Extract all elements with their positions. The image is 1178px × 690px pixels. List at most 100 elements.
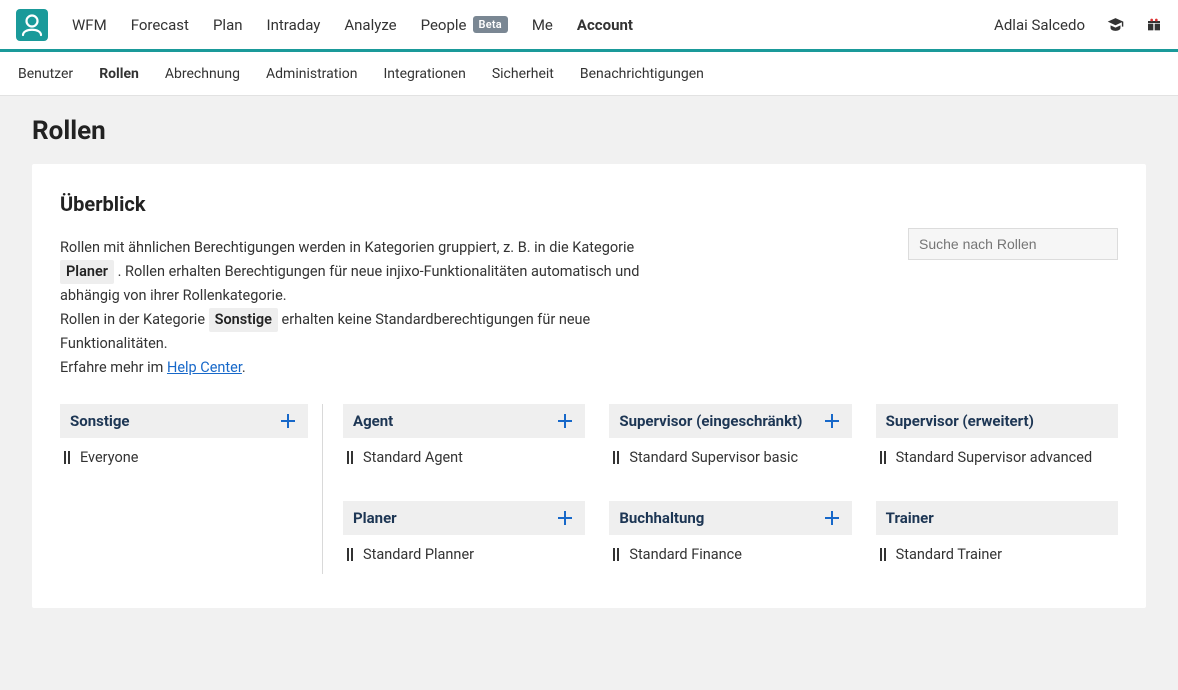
drag-handle-icon[interactable] bbox=[613, 548, 619, 561]
nav-plan[interactable]: Plan bbox=[213, 16, 243, 34]
nav-label: Forecast bbox=[131, 16, 189, 34]
primary-nav: WFM Forecast Plan Intraday Analyze Peopl… bbox=[72, 16, 633, 34]
beta-badge: Beta bbox=[473, 16, 508, 33]
subnav-label: Administration bbox=[266, 66, 357, 82]
role-item[interactable]: Standard Supervisor basic bbox=[609, 438, 851, 477]
category-title: Buchhaltung bbox=[619, 509, 704, 527]
user-block: Adlai Salcedo bbox=[994, 16, 1162, 34]
category-header: Trainer bbox=[876, 501, 1118, 535]
category-trainer: Trainer Standard Trainer bbox=[876, 501, 1118, 574]
role-name: Standard Supervisor basic bbox=[629, 449, 798, 466]
category-chip-planer: Planer bbox=[60, 260, 114, 284]
subnav-label: Rollen bbox=[99, 66, 139, 82]
page-content: Rollen Überblick Rollen mit ähnlichen Be… bbox=[0, 96, 1178, 648]
drag-handle-icon[interactable] bbox=[880, 451, 886, 464]
category-header: Agent bbox=[343, 404, 585, 438]
subnav-label: Benutzer bbox=[18, 66, 73, 82]
category-title: Agent bbox=[353, 412, 393, 430]
category-title: Supervisor (eingeschränkt) bbox=[619, 412, 802, 430]
desc-text: . bbox=[242, 359, 246, 376]
search-roles-input[interactable] bbox=[908, 228, 1118, 260]
role-name: Everyone bbox=[80, 449, 138, 466]
nav-me[interactable]: Me bbox=[532, 16, 553, 34]
role-item[interactable]: Standard Finance bbox=[609, 535, 851, 574]
subnav-notifications[interactable]: Benachrichtigungen bbox=[580, 66, 704, 82]
nav-people[interactable]: People Beta bbox=[421, 16, 508, 34]
category-header: Supervisor (erweitert) bbox=[876, 404, 1118, 438]
role-item[interactable]: Standard Agent bbox=[343, 438, 585, 477]
add-role-button[interactable] bbox=[555, 411, 575, 431]
nav-label: Account bbox=[577, 16, 633, 34]
add-role-button[interactable] bbox=[278, 411, 298, 431]
nav-account[interactable]: Account bbox=[577, 16, 633, 34]
subnav-label: Integrationen bbox=[383, 66, 465, 82]
category-title: Supervisor (erweitert) bbox=[886, 412, 1034, 430]
category-header: Supervisor (eingeschränkt) bbox=[609, 404, 851, 438]
subnav-billing[interactable]: Abrechnung bbox=[165, 66, 240, 82]
category-title: Trainer bbox=[886, 509, 934, 527]
category-chip-sonstige: Sonstige bbox=[209, 308, 278, 332]
plus-icon bbox=[281, 414, 295, 428]
account-subnav: Benutzer Rollen Abrechnung Administratio… bbox=[0, 52, 1178, 96]
category-header: Sonstige bbox=[60, 404, 308, 438]
drag-handle-icon[interactable] bbox=[347, 451, 353, 464]
add-role-button[interactable] bbox=[555, 508, 575, 528]
subnav-label: Benachrichtigungen bbox=[580, 66, 704, 82]
drag-handle-icon[interactable] bbox=[613, 451, 619, 464]
subnav-users[interactable]: Benutzer bbox=[18, 66, 73, 82]
nav-label: WFM bbox=[72, 16, 107, 34]
category-sonstige: Sonstige Everyone bbox=[60, 404, 308, 477]
plus-icon bbox=[558, 414, 572, 428]
category-supervisor-advanced: Supervisor (erweitert) Standard Supervis… bbox=[876, 404, 1118, 477]
drag-handle-icon[interactable] bbox=[64, 451, 70, 464]
role-name: Standard Finance bbox=[629, 546, 742, 563]
role-item[interactable]: Standard Planner bbox=[343, 535, 585, 574]
role-item[interactable]: Standard Trainer bbox=[876, 535, 1118, 574]
nav-wfm[interactable]: WFM bbox=[72, 16, 107, 34]
gift-icon[interactable] bbox=[1146, 17, 1162, 33]
desc-text: . Rollen erhalten Berechtigungen für neu… bbox=[60, 263, 639, 304]
category-title: Sonstige bbox=[70, 412, 130, 430]
category-header: Planer bbox=[343, 501, 585, 535]
nav-label: Analyze bbox=[344, 16, 396, 34]
drag-handle-icon[interactable] bbox=[347, 548, 353, 561]
role-item[interactable]: Standard Supervisor advanced bbox=[876, 438, 1118, 477]
nav-forecast[interactable]: Forecast bbox=[131, 16, 189, 34]
subnav-label: Sicherheit bbox=[492, 66, 554, 82]
add-role-button[interactable] bbox=[822, 508, 842, 528]
category-title: Planer bbox=[353, 509, 397, 527]
subnav-security[interactable]: Sicherheit bbox=[492, 66, 554, 82]
nav-analyze[interactable]: Analyze bbox=[344, 16, 396, 34]
nav-label: Plan bbox=[213, 16, 243, 34]
role-name: Standard Agent bbox=[363, 449, 463, 466]
nav-label: Me bbox=[532, 16, 553, 34]
role-item[interactable]: Everyone bbox=[60, 438, 308, 477]
overview-card: Überblick Rollen mit ähnlichen Berechtig… bbox=[32, 164, 1146, 608]
add-role-button[interactable] bbox=[822, 411, 842, 431]
app-logo[interactable] bbox=[16, 9, 48, 41]
desc-text: Rollen in der Kategorie bbox=[60, 311, 209, 328]
subnav-administration[interactable]: Administration bbox=[266, 66, 357, 82]
user-name[interactable]: Adlai Salcedo bbox=[994, 16, 1085, 34]
plus-icon bbox=[825, 414, 839, 428]
logo-icon bbox=[16, 9, 48, 41]
subnav-roles[interactable]: Rollen bbox=[99, 66, 139, 82]
nav-label: Intraday bbox=[267, 16, 321, 34]
category-buchhaltung: Buchhaltung Standard Finance bbox=[609, 501, 851, 574]
drag-handle-icon[interactable] bbox=[880, 548, 886, 561]
overview-description: Rollen mit ähnlichen Berechtigungen werd… bbox=[60, 236, 670, 380]
desc-text: Rollen mit ähnlichen Berechtigungen werd… bbox=[60, 239, 634, 256]
category-supervisor-basic: Supervisor (eingeschränkt) Standard Supe… bbox=[609, 404, 851, 477]
subnav-integrations[interactable]: Integrationen bbox=[383, 66, 465, 82]
role-categories-grid: Sonstige Everyone Agent bbox=[60, 404, 1118, 574]
top-app-bar: WFM Forecast Plan Intraday Analyze Peopl… bbox=[0, 0, 1178, 52]
category-planer: Planer Standard Planner bbox=[343, 501, 585, 574]
category-header: Buchhaltung bbox=[609, 501, 851, 535]
nav-intraday[interactable]: Intraday bbox=[267, 16, 321, 34]
academy-icon[interactable] bbox=[1107, 16, 1124, 33]
role-name: Standard Trainer bbox=[896, 546, 1002, 563]
role-name: Standard Supervisor advanced bbox=[896, 449, 1093, 466]
help-center-link[interactable]: Help Center bbox=[167, 359, 242, 376]
category-agent: Agent Standard Agent bbox=[343, 404, 585, 477]
nav-label: People bbox=[421, 16, 467, 34]
